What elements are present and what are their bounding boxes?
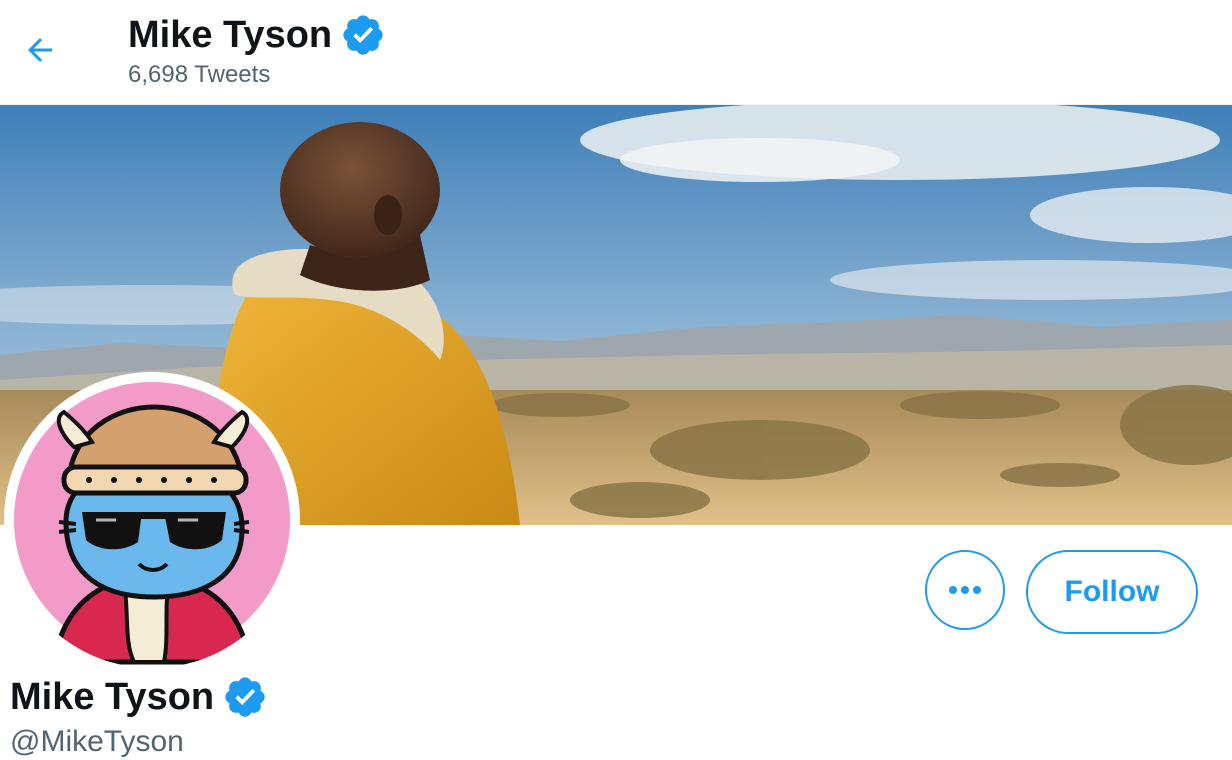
profile-name-row: Mike Tyson: [10, 674, 268, 720]
profile-avatar[interactable]: [4, 372, 300, 668]
tweet-count: 6,698 Tweets: [128, 61, 271, 88]
more-options-button[interactable]: [925, 550, 1005, 630]
follow-button[interactable]: Follow: [1026, 550, 1198, 634]
verified-badge-icon: [343, 15, 383, 55]
profile-handle: @MikeTyson: [10, 725, 184, 758]
header-name-row: Mike Tyson: [128, 12, 386, 58]
more-dots-icon: [949, 586, 981, 594]
back-arrow-icon: [28, 38, 52, 62]
profile-header-bar: Mike Tyson 6,698 Tweets: [0, 0, 1232, 105]
header-name: Mike Tyson: [128, 14, 333, 56]
profile-name: Mike Tyson: [10, 676, 215, 718]
avatar-illustration: [14, 382, 290, 665]
back-button[interactable]: [18, 30, 62, 70]
verified-badge-icon: [225, 677, 265, 717]
